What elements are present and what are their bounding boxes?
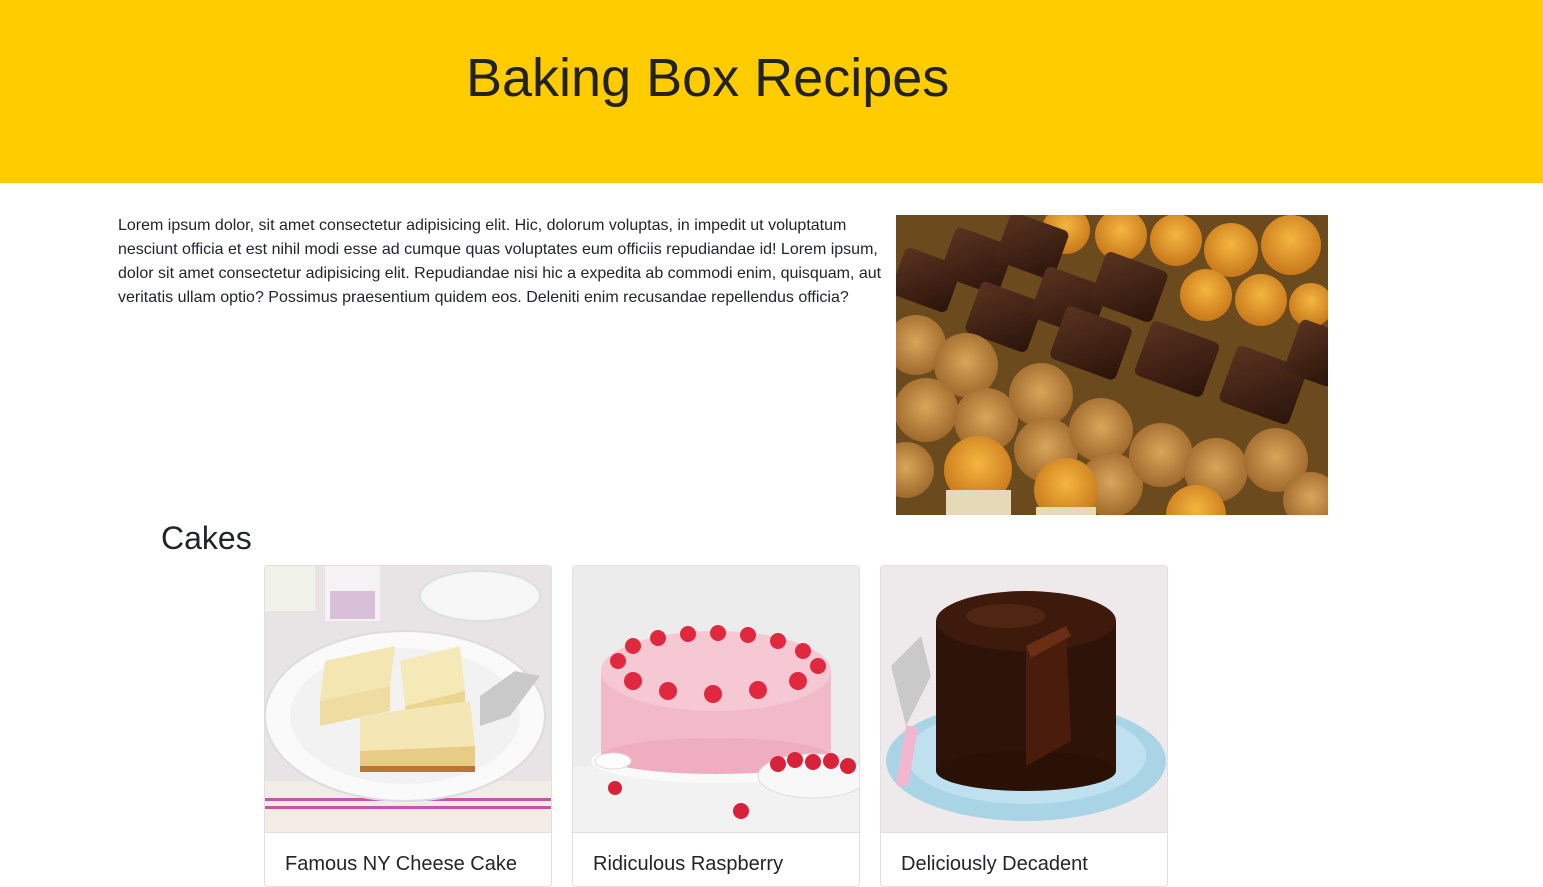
card-title[interactable]: Deliciously Decadent bbox=[901, 852, 1088, 876]
chocolate-cake-image bbox=[881, 566, 1167, 832]
recipe-card-chocolate[interactable]: Deliciously Decadent bbox=[880, 565, 1168, 887]
site-title: Baking Box Recipes bbox=[466, 48, 950, 108]
recipe-card-raspberry[interactable]: Ridiculous Raspberry bbox=[572, 565, 860, 887]
card-body: Famous NY Cheese Cake bbox=[265, 832, 551, 886]
cakes-section-title: Cakes bbox=[161, 520, 252, 556]
raspberry-cake-image bbox=[573, 566, 859, 832]
recipe-card-cheesecake[interactable]: Famous NY Cheese Cake bbox=[264, 565, 552, 887]
cheesecake-image bbox=[265, 566, 551, 832]
card-title[interactable]: Ridiculous Raspberry bbox=[593, 852, 783, 876]
baked-goods-hero-image bbox=[896, 215, 1328, 515]
intro-paragraph: Lorem ipsum dolor, sit amet consectetur … bbox=[118, 217, 882, 306]
site-header: Baking Box Recipes bbox=[0, 0, 1543, 183]
card-title[interactable]: Famous NY Cheese Cake bbox=[285, 852, 517, 876]
card-body: Ridiculous Raspberry bbox=[573, 832, 859, 886]
card-body: Deliciously Decadent bbox=[881, 832, 1167, 886]
